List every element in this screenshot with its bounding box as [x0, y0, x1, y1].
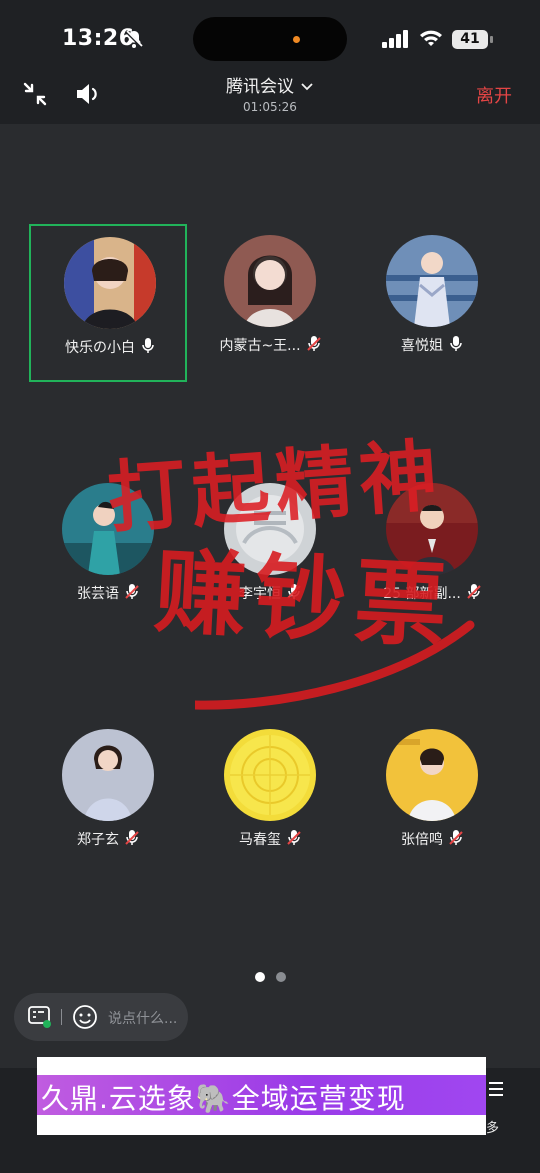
- mic-muted-icon: [125, 830, 139, 845]
- page-dot[interactable]: [276, 972, 286, 982]
- participant-tile[interactable]: 郑子玄: [29, 718, 187, 876]
- participant-tile[interactable]: 快乐の小白: [29, 224, 187, 382]
- avatar: [62, 483, 154, 575]
- participant-name: 25 部新副...: [383, 586, 461, 602]
- meeting-timer: 01:05:26: [243, 100, 297, 114]
- status-bar: 13:26 41: [0, 0, 540, 70]
- meeting-title-button[interactable]: 腾讯会议: [0, 72, 540, 97]
- participant-name: 李宇恒: [239, 586, 281, 602]
- participant-name: 郑子玄: [77, 832, 119, 848]
- avatar: [224, 235, 316, 327]
- participant-name: 马春玺: [239, 832, 281, 848]
- mic-muted-icon: [449, 830, 463, 845]
- mic-muted-icon: [287, 584, 301, 599]
- chat-toggle-icon[interactable]: [28, 1006, 52, 1028]
- participant-name-row: 内蒙古~王...: [191, 335, 349, 355]
- participant-name: 张芸语: [77, 586, 119, 602]
- meeting-title: 腾讯会议: [226, 77, 294, 97]
- battery-tip: [490, 36, 493, 43]
- chat-input-bar[interactable]: 说点什么...: [14, 993, 188, 1041]
- participant-name-row: 快乐の小白: [31, 337, 189, 357]
- microphone-icon: [450, 336, 462, 351]
- avatar: [64, 237, 156, 329]
- mic-muted-icon: [125, 584, 139, 599]
- participant-name-row: 李宇恒: [191, 583, 349, 603]
- participant-name: 张倍鸣: [401, 832, 443, 848]
- wifi-icon: [420, 30, 442, 46]
- participant-tile[interactable]: 内蒙古~王...: [191, 224, 349, 382]
- avatar: [224, 729, 316, 821]
- participant-tile[interactable]: 马春玺: [191, 718, 349, 876]
- participant-name-row: 张芸语: [29, 583, 187, 603]
- participant-tile[interactable]: 李宇恒: [191, 472, 349, 630]
- participant-tile[interactable]: 张芸语: [29, 472, 187, 630]
- participant-name-row: 喜悦姐: [353, 335, 511, 355]
- participant-name: 喜悦姐: [401, 338, 443, 354]
- leave-button[interactable]: 离开: [476, 82, 512, 108]
- promo-banner: 久鼎.云选象🐘全域运营变现: [37, 1057, 486, 1135]
- avatar: [386, 235, 478, 327]
- battery-level: 41: [452, 30, 488, 49]
- more-button-label[interactable]: 多: [486, 1117, 499, 1136]
- avatar: [386, 729, 478, 821]
- avatar: [386, 483, 478, 575]
- more-icon[interactable]: [487, 1081, 505, 1097]
- mic-muted-icon: [306, 336, 321, 351]
- avatar: [224, 483, 316, 575]
- participant-name-row: 马春玺: [191, 829, 349, 849]
- cellular-signal-icon: [382, 30, 408, 48]
- chevron-down-icon: [301, 83, 313, 91]
- participant-name: 内蒙古~王...: [219, 338, 301, 354]
- emoji-icon[interactable]: [72, 1004, 98, 1030]
- mic-muted-icon: [467, 584, 481, 599]
- participant-tile[interactable]: 张倍鸣: [353, 718, 511, 876]
- page-dot-active[interactable]: [255, 972, 265, 982]
- participant-name: 快乐の小白: [65, 340, 135, 356]
- dynamic-island: [193, 17, 347, 61]
- silent-bell-icon: [124, 29, 144, 49]
- mic-muted-icon: [287, 830, 301, 845]
- banner-text: 久鼎.云选象🐘全域运营变现: [41, 1082, 406, 1115]
- participant-tile[interactable]: 喜悦姐: [353, 224, 511, 382]
- participant-name-row: 25 部新副...: [353, 583, 511, 603]
- chat-placeholder[interactable]: 说点什么...: [108, 1008, 177, 1028]
- participant-name-row: 郑子玄: [29, 829, 187, 849]
- brush-swoosh: [195, 620, 475, 710]
- recording-indicator: [293, 36, 300, 43]
- divider: [61, 1009, 62, 1025]
- participant-name-row: 张倍鸣: [353, 829, 511, 849]
- participant-tile[interactable]: 25 部新副...: [353, 472, 511, 630]
- avatar: [62, 729, 154, 821]
- microphone-icon: [142, 338, 154, 353]
